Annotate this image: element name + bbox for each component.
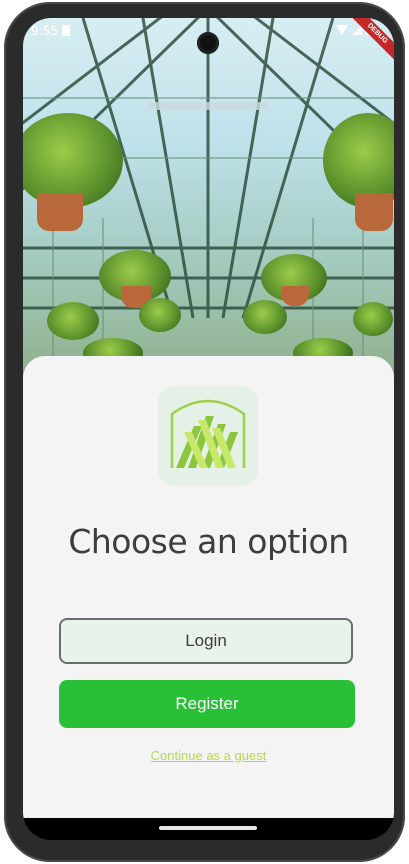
hanging-plant <box>243 300 287 334</box>
front-camera <box>197 32 219 54</box>
sim-card-icon <box>62 25 70 36</box>
greenhouse-hero-image <box>23 18 394 378</box>
register-button[interactable]: Register <box>59 680 355 728</box>
wifi-icon <box>336 24 348 35</box>
navigation-bar <box>23 818 394 840</box>
plant-pot <box>355 193 393 231</box>
phone-frame: 9:55 DEBUG Choose an option Login Regist… <box>4 2 405 862</box>
hanging-plant <box>353 302 393 336</box>
plant-pot <box>281 286 309 306</box>
continue-as-guest-link[interactable]: Continue as a guest <box>23 748 394 763</box>
hanging-plant <box>139 298 181 332</box>
greenhouse-logo-icon <box>158 386 258 486</box>
options-sheet: Choose an option Login Register Continue… <box>23 356 394 818</box>
login-button[interactable]: Login <box>59 618 353 664</box>
status-time: 9:55 <box>31 24 58 38</box>
hanging-plant <box>47 302 99 340</box>
page-title: Choose an option <box>68 522 349 561</box>
screen: 9:55 DEBUG Choose an option Login Regist… <box>23 18 394 840</box>
home-gesture-handle[interactable] <box>159 826 257 830</box>
plant-pot <box>37 193 83 231</box>
status-bar: 9:55 DEBUG <box>23 18 394 63</box>
